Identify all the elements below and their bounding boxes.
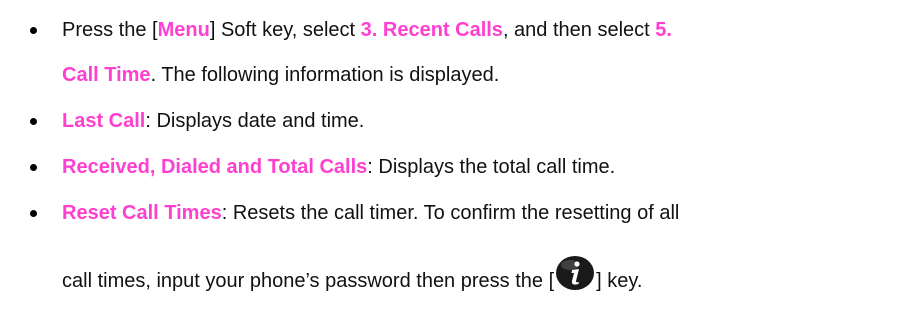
paragraph-line: call times, input your phone’s password …	[62, 256, 643, 293]
text-fragment: ] key.	[596, 270, 643, 292]
menu-item-call-time: Call Time	[62, 64, 151, 86]
text-fragment: : Displays date and time.	[145, 110, 365, 132]
text-fragment: . The following information is displayed…	[150, 64, 500, 86]
menu-item-number: 5.	[655, 19, 672, 41]
text-fragment: : Displays the total call time.	[367, 156, 616, 178]
menu-item-recent-calls: 3. Recent Calls	[360, 19, 503, 41]
text-fragment: call times, input your phone’s password …	[62, 270, 555, 292]
term-received-dialed-total: Received, Dialed and Total Calls	[62, 156, 368, 178]
bullet-dot	[30, 210, 37, 217]
text-fragment: : Resets the call timer. To confirm the …	[221, 202, 680, 224]
info-key-icon	[555, 256, 595, 291]
term-last-call: Last Call	[62, 110, 146, 132]
text-fragment: , and then select	[502, 19, 656, 41]
paragraph-line: Reset Call Times: Resets the call timer.…	[62, 201, 679, 225]
term-reset-call-times: Reset Call Times	[62, 202, 222, 224]
paragraph-line: Press the [Menu] Soft key, select 3. Rec…	[62, 18, 672, 42]
paragraph-line: Call Time. The following information is …	[62, 63, 499, 87]
menu-key-label: Menu	[157, 19, 210, 41]
paragraph-line: Received, Dialed and Total Calls: Displa…	[62, 155, 615, 179]
text-fragment: Press the [	[62, 19, 158, 41]
bullet-dot	[30, 118, 37, 125]
bullet-dot	[30, 164, 37, 171]
bullet-dot	[30, 27, 37, 34]
text-fragment: ] Soft key, select	[209, 19, 361, 41]
paragraph-line: Last Call: Displays date and time.	[62, 109, 364, 133]
